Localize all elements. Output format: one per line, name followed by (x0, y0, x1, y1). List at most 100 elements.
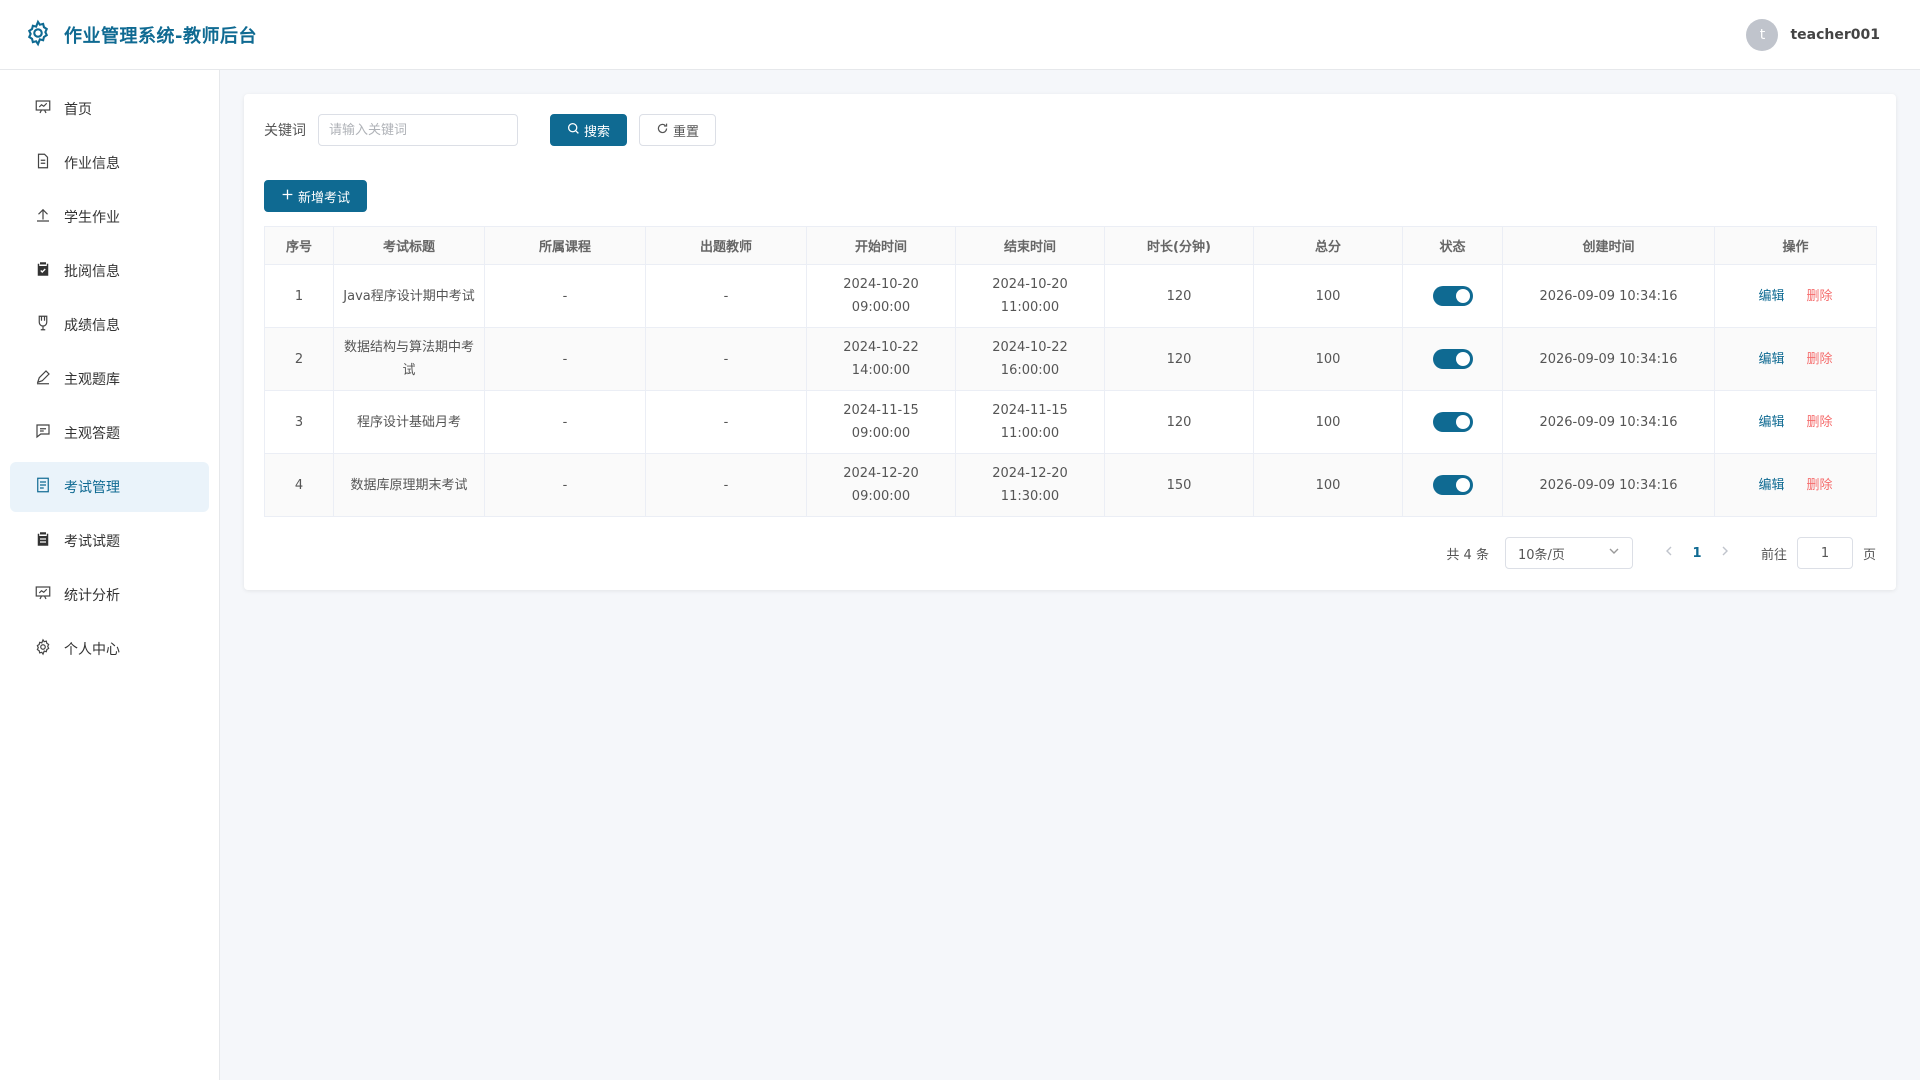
user-menu[interactable]: t teacher001 (1746, 18, 1880, 51)
chevron-left-icon (1665, 546, 1672, 556)
sidebar-item-review-info[interactable]: 批阅信息 (10, 246, 209, 296)
clipboard-check-icon (34, 260, 52, 282)
cell-index: 1 (264, 264, 334, 328)
column-header[interactable]: 出题教师 (645, 226, 807, 265)
cell-score: 100 (1253, 453, 1403, 517)
add-exam-label: 新增考试 (298, 190, 351, 206)
column-header[interactable]: 总分 (1253, 226, 1403, 265)
status-toggle[interactable] (1432, 475, 1473, 495)
document-icon (34, 152, 52, 174)
exam-table: 序号 考试标题 所属课程 出题教师 开始时间 结束时间 时长(分钟) 总分 状态… (264, 226, 1877, 517)
add-exam-button[interactable]: 新增考试 (264, 180, 368, 212)
gear-icon (24, 19, 52, 51)
delete-button[interactable]: 删除 (1807, 415, 1833, 430)
cell-end-time: 2024-10-22 16:00:00 (955, 327, 1105, 391)
chart-board-icon (34, 584, 52, 606)
search-button-label: 搜索 (584, 124, 611, 140)
cell-duration: 120 (1104, 264, 1254, 328)
chevron-down-icon (1608, 545, 1620, 561)
cell-status (1402, 264, 1503, 328)
sidebar-item-subjective-answer[interactable]: 主观答题 (10, 408, 209, 458)
delete-button[interactable]: 删除 (1807, 478, 1833, 493)
top-header: 作业管理系统-教师后台 t teacher001 (0, 0, 1920, 70)
column-header[interactable]: 时长(分钟) (1104, 226, 1254, 265)
next-page-button[interactable] (1713, 545, 1737, 561)
sidebar-item-exam-questions[interactable]: 考试试题 (10, 516, 209, 566)
column-header[interactable]: 序号 (264, 226, 334, 265)
cell-teacher: - (645, 390, 807, 454)
cell-title: 程序设计基础月考 (333, 390, 485, 454)
cell-status (1402, 390, 1503, 454)
edit-pen-icon (34, 368, 52, 390)
cell-teacher: - (645, 453, 807, 517)
avatar[interactable]: t (1746, 18, 1779, 51)
edit-button[interactable]: 编辑 (1758, 415, 1784, 430)
cell-score: 100 (1253, 327, 1403, 391)
sidebar-item-label: 考试试题 (64, 534, 120, 550)
goto-label: 前往 (1760, 547, 1787, 563)
sidebar-item-exam-management[interactable]: 考试管理 (10, 462, 209, 512)
edit-button[interactable]: 编辑 (1758, 352, 1784, 367)
sidebar-item-label: 首页 (64, 102, 92, 118)
refresh-icon (656, 122, 669, 139)
cell-index: 3 (264, 390, 334, 454)
edit-button[interactable]: 编辑 (1758, 478, 1784, 493)
cell-start-time: 2024-10-20 09:00:00 (806, 264, 956, 328)
search-bar: 关键词 搜索 重置 (264, 114, 1876, 146)
total-count: 共 4 条 (1446, 547, 1489, 563)
goto-page-input[interactable] (1796, 537, 1853, 569)
column-header[interactable]: 操作 (1714, 226, 1877, 265)
column-header[interactable]: 创建时间 (1502, 226, 1715, 265)
sidebar-item-student-homework[interactable]: 学生作业 (10, 192, 209, 242)
table-row: 4 数据库原理期末考试 - - 2024-12-20 09:00:00 2024… (264, 453, 1877, 517)
cell-title: Java程序设计期中考试 (333, 264, 485, 328)
cell-start-time: 2024-11-15 09:00:00 (806, 390, 956, 454)
chevron-right-icon (1722, 546, 1728, 556)
cell-start-time: 2024-10-22 14:00:00 (806, 327, 956, 391)
cell-end-time: 2024-11-15 11:00:00 (955, 390, 1105, 454)
clipboard-filled-icon (34, 530, 52, 552)
search-button[interactable]: 搜索 (550, 114, 628, 146)
delete-button[interactable]: 删除 (1807, 352, 1833, 367)
cell-index: 4 (264, 453, 334, 517)
goto-suffix: 页 (1862, 547, 1876, 563)
table-row: 2 数据结构与算法期中考试 - - 2024-10-22 14:00:00 20… (264, 327, 1877, 391)
sidebar-item-homework-info[interactable]: 作业信息 (10, 138, 209, 188)
sidebar-item-home[interactable]: 首页 (10, 84, 209, 134)
status-toggle[interactable] (1432, 412, 1473, 432)
status-toggle[interactable] (1432, 286, 1473, 306)
column-header[interactable]: 结束时间 (955, 226, 1105, 265)
gear-icon (34, 638, 52, 660)
sidebar-item-statistics[interactable]: 统计分析 (10, 570, 209, 620)
column-header[interactable]: 所属课程 (484, 226, 646, 265)
cell-title: 数据结构与算法期中考试 (333, 327, 485, 391)
cell-end-time: 2024-10-20 11:00:00 (955, 264, 1105, 328)
upload-icon (34, 206, 52, 228)
prev-page-button[interactable] (1657, 545, 1681, 561)
edit-button[interactable]: 编辑 (1758, 289, 1784, 304)
keyword-input[interactable] (318, 114, 518, 146)
document-list-icon (34, 476, 52, 498)
column-header[interactable]: 开始时间 (806, 226, 956, 265)
column-header[interactable]: 状态 (1402, 226, 1503, 265)
cell-created: 2026-09-09 10:34:16 (1502, 390, 1715, 454)
cell-created: 2026-09-09 10:34:16 (1502, 264, 1715, 328)
status-toggle[interactable] (1432, 349, 1473, 369)
sidebar-item-profile[interactable]: 个人中心 (10, 624, 209, 674)
sidebar-item-label: 主观答题 (64, 426, 120, 442)
cell-score: 100 (1253, 264, 1403, 328)
sidebar-item-label: 主观题库 (64, 372, 120, 388)
cell-title: 数据库原理期末考试 (333, 453, 485, 517)
sidebar-item-grade-info[interactable]: 成绩信息 (10, 300, 209, 350)
username[interactable]: teacher001 (1790, 27, 1880, 43)
page-number[interactable]: 1 (1681, 546, 1713, 561)
cell-course: - (484, 264, 646, 328)
cell-index: 2 (264, 327, 334, 391)
page-size-select[interactable]: 10条/页 (1504, 537, 1633, 569)
table-row: 3 程序设计基础月考 - - 2024-11-15 09:00:00 2024-… (264, 390, 1877, 454)
column-header[interactable]: 考试标题 (333, 226, 485, 265)
cell-status (1402, 453, 1503, 517)
delete-button[interactable]: 删除 (1807, 289, 1833, 304)
reset-button[interactable]: 重置 (639, 114, 717, 146)
sidebar-item-subjective-bank[interactable]: 主观题库 (10, 354, 209, 404)
